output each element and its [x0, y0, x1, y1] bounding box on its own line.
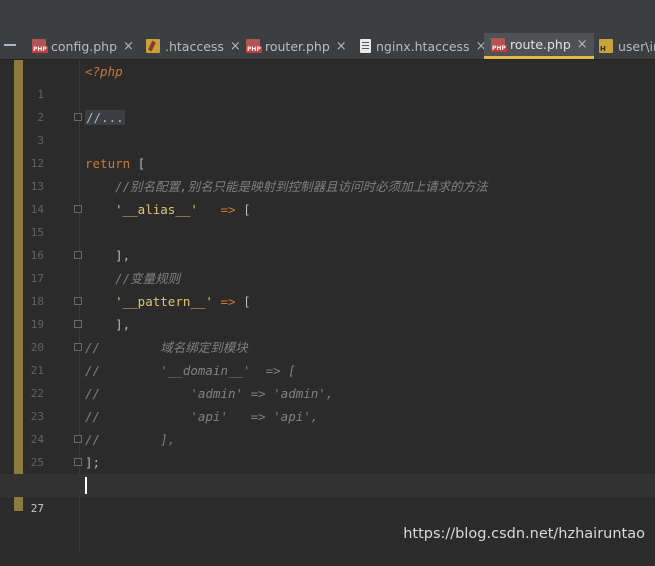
text-file-icon [360, 39, 371, 53]
arrow-operator: => [220, 294, 236, 309]
tab-config-php[interactable]: config.php × [32, 33, 134, 59]
h-file-icon [599, 39, 613, 53]
close-icon[interactable]: × [123, 39, 134, 54]
code-line: 3 //... [0, 106, 655, 147]
comment: // 'api' => 'api', [85, 409, 319, 424]
code-editor[interactable]: 1 <?php 2 3 //... 12 13 return [ 14 //别名… [0, 60, 655, 551]
title-bar [0, 0, 655, 33]
tab-label: .htaccess [165, 38, 224, 54]
code-text: ]; [85, 455, 101, 470]
return-keyword: return [85, 156, 131, 171]
code-line: 14 //别名配置,别名只能是映射到控制器且访问时必须加上请求的方法 [0, 175, 655, 216]
code-line: 15 '__alias__' => [ [0, 198, 655, 239]
comment: // 'admin' => 'admin', [85, 386, 334, 401]
fold-marker-icon[interactable] [74, 458, 82, 466]
watermark: https://blog.csdn.net/hzhairuntao [403, 526, 645, 542]
arrow-operator: => [220, 202, 236, 217]
comment: // '__domain__' => [ [85, 363, 296, 378]
code-line: 22 // '__domain__' => [ [0, 359, 655, 400]
tab-nginx-htaccess[interactable]: nginx.htaccess × [360, 33, 486, 59]
code-line: 23 // 'admin' => 'admin', [0, 382, 655, 423]
htaccess-file-icon [146, 39, 160, 53]
tab-htaccess[interactable]: .htaccess × [146, 33, 241, 59]
php-file-icon [246, 39, 262, 53]
tab-label: router.php [265, 38, 330, 54]
code-line: 13 return [ [0, 152, 655, 193]
comment: // ], [85, 432, 176, 447]
close-icon[interactable]: × [577, 37, 588, 52]
tab-router-php[interactable]: router.php × [246, 33, 347, 59]
close-icon[interactable]: × [230, 39, 241, 54]
tab-route-php[interactable]: route.php × [484, 33, 594, 59]
fold-marker-icon[interactable] [74, 320, 82, 328]
current-line[interactable]: 27 [0, 474, 655, 515]
code-text: [ [130, 156, 146, 171]
php-file-icon [491, 37, 507, 52]
code-line: 1 <?php [0, 60, 655, 101]
php-open-tag: <?php [85, 64, 123, 79]
tab-label: nginx.htaccess [376, 38, 470, 54]
code-text: ], [85, 317, 131, 332]
tab-label: route.php [510, 37, 571, 52]
code-line: 19 '__pattern__' => [ [0, 290, 655, 331]
code-text: ], [85, 248, 131, 263]
string-literal: '__pattern__' [115, 294, 213, 309]
code-line: 18 //变量规则 [0, 267, 655, 308]
text-caret [85, 477, 87, 494]
fold-marker-icon[interactable] [74, 297, 82, 305]
fold-marker-icon[interactable] [74, 251, 82, 259]
code-line: 21 // 域名绑定到模块 [0, 336, 655, 377]
code-line: 24 // 'api' => 'api', [0, 405, 655, 446]
editor-tab-bar: config.php × .htaccess × router.php × ng… [0, 33, 655, 60]
string-literal: '__alias__' [115, 202, 198, 217]
fold-marker-icon[interactable] [74, 113, 82, 121]
code-line: 16 [0, 221, 655, 262]
php-file-icon [32, 39, 48, 53]
code-line: 20 ], [0, 313, 655, 354]
collapsed-region[interactable]: //... [85, 110, 125, 125]
line-number: 27 [30, 502, 44, 515]
collapse-icon[interactable] [4, 44, 16, 46]
fold-marker-icon[interactable] [74, 343, 82, 351]
code-text: [ [235, 294, 251, 309]
code-line: 2 [0, 83, 655, 124]
tab-user-index[interactable]: user\in [599, 33, 655, 59]
tab-label: user\in [618, 38, 655, 54]
code-line: 26 ]; [0, 451, 655, 492]
fold-marker-icon[interactable] [74, 435, 82, 443]
fold-marker-icon[interactable] [74, 205, 82, 213]
code-line: 17 ], [0, 244, 655, 285]
close-icon[interactable]: × [336, 39, 347, 54]
comment: // 域名绑定到模块 [85, 340, 248, 355]
code-line: 25 // ], [0, 428, 655, 469]
comment: //别名配置,别名只能是映射到控制器且访问时必须加上请求的方法 [85, 179, 488, 194]
tab-label: config.php [51, 38, 118, 54]
comment: //变量规则 [85, 271, 181, 286]
code-text: [ [235, 202, 251, 217]
code-line: 12 [0, 129, 655, 170]
